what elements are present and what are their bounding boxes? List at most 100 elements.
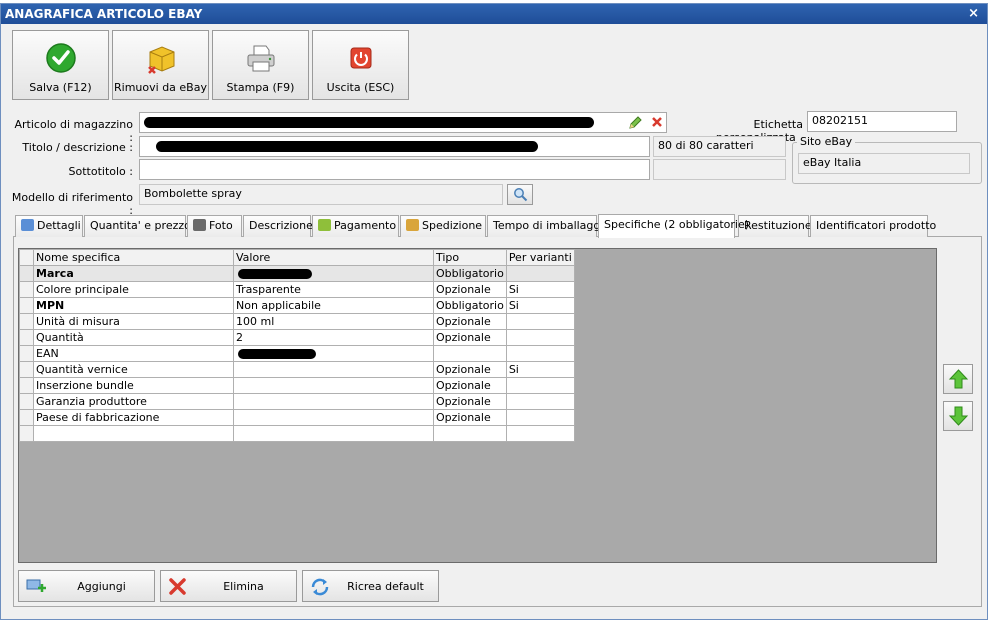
table-row[interactable]: Garanzia produttore Opzionale <box>19 393 575 410</box>
recreate-default-button[interactable]: Ricrea default <box>302 570 439 602</box>
specifiche-grid[interactable]: Nome specifica Valore Tipo Per varianti … <box>18 248 937 563</box>
row-selector[interactable] <box>19 393 34 410</box>
cell-name[interactable]: Marca <box>33 265 234 282</box>
row-selector[interactable] <box>19 281 34 298</box>
cell-name[interactable]: Garanzia produttore <box>33 393 234 410</box>
cell-name[interactable]: Inserzione bundle <box>33 377 234 394</box>
table-row[interactable]: Unità di misura 100 ml Opzionale <box>19 313 575 330</box>
cell-name[interactable]: Quantità vernice <box>33 361 234 378</box>
cell-tipo[interactable]: Opzionale <box>433 377 507 394</box>
table-row[interactable]: EAN <box>19 345 575 362</box>
table-row[interactable]: Quantità vernice Opzionale Si <box>19 361 575 378</box>
delete-button[interactable]: Elimina <box>160 570 297 602</box>
redaction <box>238 269 312 279</box>
cell-value[interactable] <box>233 377 434 394</box>
cell-name[interactable]: Quantità <box>33 329 234 346</box>
close-icon[interactable]: × <box>968 6 979 21</box>
tab-identificatori-prodotto[interactable]: Identificatori prodotto <box>810 215 936 237</box>
cell-name[interactable]: Colore principale <box>33 281 234 298</box>
titolo-field[interactable] <box>139 136 650 157</box>
tab-spedizione[interactable]: Spedizione <box>400 215 486 237</box>
cell-value[interactable] <box>233 361 434 378</box>
column-header[interactable]: Per varianti <box>505 249 575 266</box>
cell-varianti[interactable]: Si <box>505 281 575 298</box>
pencil-icon[interactable] <box>628 115 643 130</box>
row-selector[interactable] <box>19 377 34 394</box>
etichetta-input[interactable]: 08202151 <box>807 111 957 132</box>
box-remove-icon <box>148 46 175 74</box>
tab-pagamento[interactable]: Pagamento <box>312 215 399 237</box>
cell-varianti[interactable] <box>505 425 575 442</box>
move-up-button[interactable] <box>943 364 973 394</box>
sottotitolo-input[interactable] <box>139 159 650 180</box>
cell-tipo[interactable]: Opzionale <box>433 409 507 426</box>
tab-foto[interactable]: Foto <box>187 215 242 237</box>
row-selector[interactable] <box>19 329 34 346</box>
tab-descrizione[interactable]: Descrizione <box>243 215 313 237</box>
table-row[interactable]: Marca Obbligatorio <box>19 265 575 282</box>
cell-varianti[interactable] <box>505 409 575 426</box>
remove-from-ebay-button[interactable]: Rimuovi da eBay <box>112 30 209 100</box>
cell-name[interactable]: MPN <box>33 297 234 314</box>
cell-tipo[interactable]: Opzionale <box>433 361 507 378</box>
cell-varianti[interactable]: Si <box>505 361 575 378</box>
row-selector[interactable] <box>19 345 34 362</box>
cell-name[interactable]: EAN <box>33 345 234 362</box>
row-selector[interactable] <box>19 265 34 282</box>
row-selector[interactable] <box>19 297 34 314</box>
table-row-empty[interactable] <box>19 425 575 442</box>
cell-varianti[interactable] <box>505 393 575 410</box>
move-down-button[interactable] <box>943 401 973 431</box>
row-selector[interactable] <box>19 409 34 426</box>
modello-search-button[interactable] <box>507 184 533 205</box>
cell-varianti[interactable] <box>505 329 575 346</box>
table-row[interactable]: Paese di fabbricazione Opzionale <box>19 409 575 426</box>
cell-tipo[interactable]: Opzionale <box>433 281 507 298</box>
table-row[interactable]: Quantità 2 Opzionale <box>19 329 575 346</box>
delete-icon <box>169 578 186 595</box>
tab-specifiche[interactable]: Specifiche (2 obbligatorie) <box>598 214 749 238</box>
cell-value[interactable]: 2 <box>233 329 434 346</box>
cell-name[interactable] <box>33 425 234 442</box>
cell-varianti[interactable] <box>505 313 575 330</box>
print-button[interactable]: Stampa (F9) <box>212 30 309 100</box>
cell-varianti[interactable] <box>505 345 575 362</box>
cell-name[interactable]: Unità di misura <box>33 313 234 330</box>
cell-value[interactable]: Non applicabile <box>233 297 434 314</box>
cell-tipo[interactable]: Opzionale <box>433 313 507 330</box>
tab-quantita-prezzo[interactable]: Quantita' e prezzo <box>84 215 191 237</box>
cell-value[interactable] <box>233 345 434 362</box>
cell-tipo[interactable]: Opzionale <box>433 393 507 410</box>
articolo-field[interactable] <box>139 112 667 133</box>
tab-dettagli[interactable]: Dettagli <box>15 215 83 237</box>
cell-tipo[interactable] <box>433 345 507 362</box>
cell-value[interactable]: Trasparente <box>233 281 434 298</box>
table-row[interactable]: Colore principale Trasparente Opzionale … <box>19 281 575 298</box>
cell-name[interactable]: Paese di fabbricazione <box>33 409 234 426</box>
cell-varianti[interactable] <box>505 265 575 282</box>
row-selector[interactable] <box>19 425 34 442</box>
cell-varianti[interactable]: Si <box>505 297 575 314</box>
row-selector[interactable] <box>19 361 34 378</box>
clear-icon[interactable] <box>650 115 664 129</box>
exit-button[interactable]: Uscita (ESC) <box>312 30 409 100</box>
cell-tipo[interactable]: Obbligatorio <box>433 265 507 282</box>
column-header[interactable]: Tipo <box>433 249 507 266</box>
cell-value[interactable] <box>233 409 434 426</box>
add-button[interactable]: Aggiungi <box>18 570 155 602</box>
column-header[interactable]: Valore <box>233 249 434 266</box>
column-header[interactable]: Nome specifica <box>33 249 234 266</box>
cell-varianti[interactable] <box>505 377 575 394</box>
row-selector[interactable] <box>19 313 34 330</box>
table-row[interactable]: Inserzione bundle Opzionale <box>19 377 575 394</box>
cell-tipo[interactable] <box>433 425 507 442</box>
cell-value[interactable] <box>233 393 434 410</box>
cell-value[interactable] <box>233 265 434 282</box>
tab-tempo-imballaggio[interactable]: Tempo di imballaggio <box>487 215 610 237</box>
cell-value[interactable]: 100 ml <box>233 313 434 330</box>
cell-tipo[interactable]: Opzionale <box>433 329 507 346</box>
cell-tipo[interactable]: Obbligatorio <box>433 297 507 314</box>
save-button[interactable]: Salva (F12) <box>12 30 109 100</box>
table-row[interactable]: MPN Non applicabile Obbligatorio Si <box>19 297 575 314</box>
cell-value[interactable] <box>233 425 434 442</box>
